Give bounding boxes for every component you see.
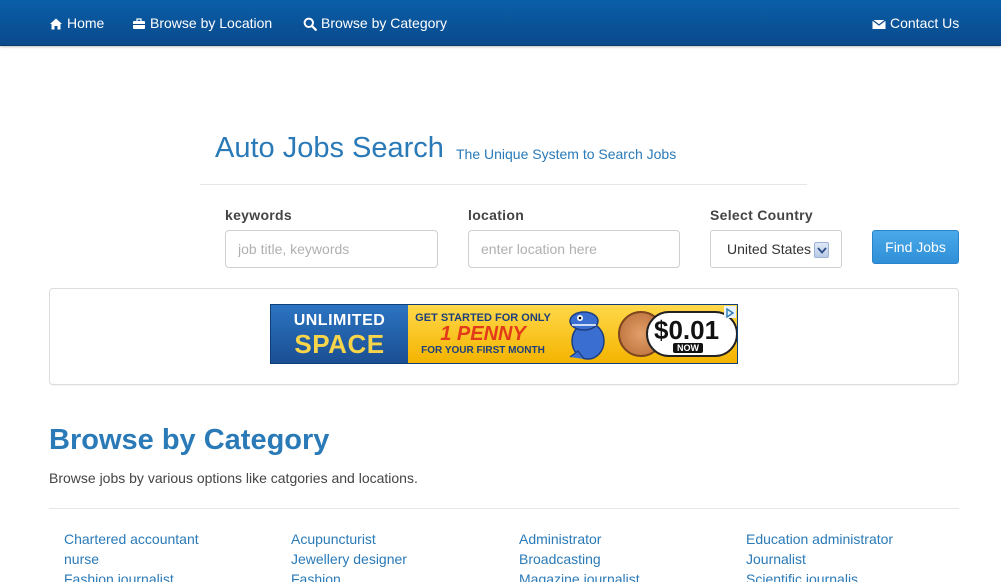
category-link[interactable]: Scientific journalis [746, 570, 893, 582]
briefcase-icon [132, 16, 146, 30]
find-jobs-button[interactable]: Find Jobs [872, 230, 959, 264]
category-column: Acupuncturist Jewellery designer Fashion [291, 530, 407, 582]
category-column: Education administrator Journalist Scien… [746, 530, 893, 582]
category-link[interactable]: nurse [64, 550, 199, 570]
nav-browse-location-label: Browse by Location [150, 15, 273, 31]
ad-line1: UNLIMITED [293, 312, 386, 329]
chevron-down-icon [814, 242, 829, 258]
location-input[interactable] [468, 230, 680, 268]
ad-promo3: FOR YOUR FIRST MONTH [421, 345, 545, 356]
ad-right-block: $0.01 NOW [558, 305, 737, 363]
category-link[interactable]: Acupuncturist [291, 530, 407, 550]
country-select[interactable]: United States [710, 230, 842, 268]
country-label: Select Country [710, 207, 813, 223]
ad-now-label: NOW [673, 343, 703, 353]
site-tagline: The Unique System to Search Jobs [456, 146, 677, 162]
category-link[interactable]: Jewellery designer [291, 550, 407, 570]
nav-home-label: Home [67, 15, 105, 31]
country-select-value: United States [727, 241, 812, 257]
category-column: Chartered accountant nurse Fashion journ… [64, 530, 199, 582]
category-link[interactable]: Broadcasting [519, 550, 640, 570]
title-divider [200, 184, 807, 185]
category-link[interactable]: Fashion [291, 570, 407, 582]
category-link[interactable]: Fashion journalist [64, 570, 199, 582]
category-link[interactable]: Administrator [519, 530, 640, 550]
ad-line2: SPACE [294, 329, 385, 359]
ad-left-block: UNLIMITED SPACE [271, 305, 408, 363]
category-column: Administrator Broadcasting Magazine jour… [519, 530, 640, 582]
nav-browse-category-link[interactable]: Browse by Category [303, 13, 447, 33]
ad-mid-block: GET STARTED FOR ONLY 1 PENNY FOR YOUR FI… [408, 305, 558, 363]
category-section-description: Browse jobs by various options like catg… [49, 470, 418, 486]
category-divider [49, 508, 959, 509]
category-link[interactable]: Education administrator [746, 530, 893, 550]
ad-price: $0.01 [654, 315, 720, 345]
home-icon [49, 16, 63, 30]
adchoices-icon[interactable] [724, 306, 736, 319]
nav-home-link[interactable]: Home [49, 13, 104, 33]
category-link[interactable]: Magazine journalist [519, 570, 640, 582]
envelope-icon [872, 16, 886, 30]
gator-mascot-icon [562, 307, 622, 363]
location-label: location [468, 207, 525, 223]
nav-contact-link[interactable]: Contact Us [872, 13, 959, 33]
search-icon [303, 16, 317, 31]
nav-browse-location-link[interactable]: Browse by Location [132, 13, 272, 33]
ad-panel: UNLIMITED SPACE GET STARTED FOR ONLY 1 P… [49, 288, 959, 385]
site-title: Auto Jobs Search [215, 132, 444, 164]
ad-promo2: 1 PENNY [440, 323, 526, 345]
nav-browse-category-label: Browse by Category [321, 15, 448, 31]
category-section-title: Browse by Category [49, 424, 330, 456]
nav-contact-label: Contact Us [890, 15, 960, 31]
category-link[interactable]: Journalist [746, 550, 893, 570]
top-navbar: Home Browse by Location Browse by Catego… [0, 0, 1001, 46]
keywords-label: keywords [225, 207, 292, 223]
category-link[interactable]: Chartered accountant [64, 530, 199, 550]
ad-banner[interactable]: UNLIMITED SPACE GET STARTED FOR ONLY 1 P… [270, 304, 738, 364]
keywords-input[interactable] [225, 230, 438, 268]
